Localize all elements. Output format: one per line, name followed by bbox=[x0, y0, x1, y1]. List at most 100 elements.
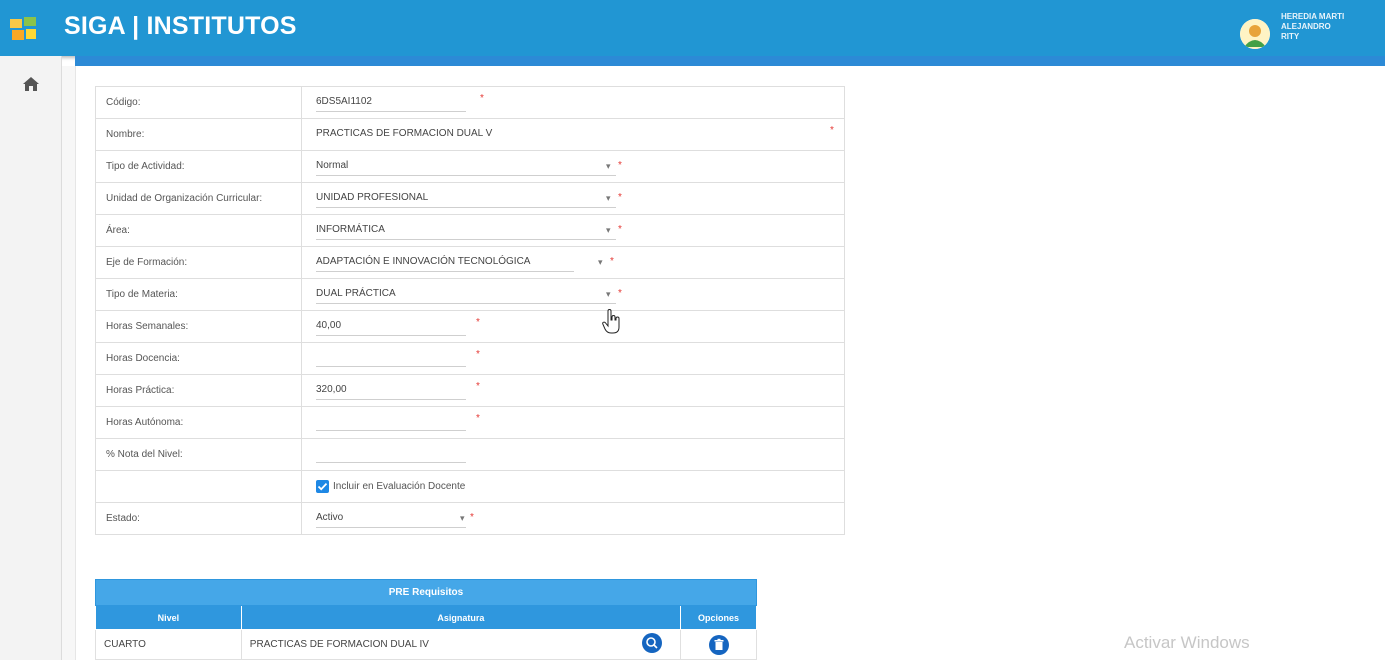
value-cell: 40,00 * bbox=[301, 310, 845, 343]
required-mark: * bbox=[476, 413, 480, 424]
form-row-unidad: Unidad de Organización Curricular: UNIDA… bbox=[95, 182, 845, 215]
value-cell: INFORMÁTICA ▾ * bbox=[301, 214, 845, 247]
horas-docencia-input[interactable] bbox=[316, 348, 466, 367]
nota-nivel-input[interactable] bbox=[316, 444, 466, 463]
value-cell: DUAL PRÁCTICA ▾ * bbox=[301, 278, 845, 311]
required-mark: * bbox=[480, 93, 484, 104]
content-edge bbox=[62, 66, 76, 660]
home-icon[interactable] bbox=[22, 76, 40, 92]
form-row-area: Área: INFORMÁTICA ▾ * bbox=[95, 214, 845, 247]
form-row-nota-nivel: % Nota del Nivel: bbox=[95, 438, 845, 471]
estado-select[interactable]: Activo bbox=[316, 509, 466, 528]
form-row-eje: Eje de Formación: ADAPTACIÓN E INNOVACIÓ… bbox=[95, 246, 845, 279]
value-cell: UNIDAD PROFESIONAL ▾ * bbox=[301, 182, 845, 215]
value-cell: * bbox=[301, 406, 845, 439]
section-bar bbox=[75, 56, 1385, 66]
form-row-nombre: Nombre: PRACTICAS DE FORMACION DUAL V * bbox=[95, 118, 845, 151]
user-avatar[interactable] bbox=[1240, 19, 1270, 49]
trash-icon bbox=[714, 638, 724, 650]
required-mark: * bbox=[618, 224, 622, 235]
cell-asignatura: PRACTICAS DE FORMACION DUAL IV bbox=[240, 629, 682, 660]
label-horas-semanales: Horas Semanales: bbox=[95, 310, 302, 343]
prerequisites-header-row: Nivel Asignatura Opciones bbox=[95, 605, 757, 630]
avatar-icon bbox=[1240, 19, 1270, 49]
label-nombre: Nombre: bbox=[95, 118, 302, 151]
subject-form: Código: 6DS5AI1102 * Nombre: PRACTICAS D… bbox=[95, 86, 845, 535]
chevron-down-icon[interactable]: ▾ bbox=[606, 225, 611, 236]
chevron-down-icon[interactable]: ▾ bbox=[460, 513, 465, 524]
delete-button[interactable] bbox=[709, 634, 730, 655]
form-row-horas-semanales: Horas Semanales: 40,00 * bbox=[95, 310, 845, 343]
windows-activation-watermark: Activar Windows bbox=[1124, 633, 1250, 652]
user-name[interactable]: HEREDIA MARTI ALEJANDRO RITY bbox=[1281, 12, 1344, 42]
form-row-tipo-actividad: Tipo de Actividad: Normal ▾ * bbox=[95, 150, 845, 183]
value-cell bbox=[301, 438, 845, 471]
chevron-down-icon[interactable]: ▾ bbox=[598, 257, 603, 268]
required-mark: * bbox=[618, 192, 622, 203]
prerequisites-table: PRE Requisitos Nivel Asignatura Opciones… bbox=[95, 579, 757, 660]
label-horas-practica: Horas Práctica: bbox=[95, 374, 302, 407]
chevron-down-icon[interactable]: ▾ bbox=[606, 193, 611, 204]
check-icon bbox=[317, 482, 328, 491]
form-row-horas-practica: Horas Práctica: 320,00 * bbox=[95, 374, 845, 407]
label-horas-docencia: Horas Docencia: bbox=[95, 342, 302, 375]
column-header-nivel: Nivel bbox=[95, 605, 242, 630]
required-mark: * bbox=[618, 288, 622, 299]
prerequisites-title: PRE Requisitos bbox=[95, 579, 757, 606]
label-estado: Estado: bbox=[95, 502, 302, 535]
label-empty bbox=[95, 470, 302, 503]
tipo-materia-select[interactable]: DUAL PRÁCTICA bbox=[316, 285, 616, 304]
value-cell: ADAPTACIÓN E INNOVACIÓN TECNOLÓGICA ▾ * bbox=[301, 246, 845, 279]
required-mark: * bbox=[618, 160, 622, 171]
label-codigo: Código: bbox=[95, 86, 302, 119]
hand-cursor-icon bbox=[602, 309, 620, 334]
horas-semanales-input[interactable]: 40,00 bbox=[316, 317, 466, 336]
asignatura-text: PRACTICAS DE FORMACION DUAL IV bbox=[249, 639, 429, 650]
label-unidad: Unidad de Organización Curricular: bbox=[95, 182, 302, 215]
chevron-down-icon[interactable]: ▾ bbox=[606, 289, 611, 300]
column-header-asignatura: Asignatura bbox=[240, 605, 682, 630]
value-cell: * bbox=[301, 342, 845, 375]
required-mark: * bbox=[470, 512, 474, 523]
search-icon bbox=[645, 637, 658, 649]
label-tipo-materia: Tipo de Materia: bbox=[95, 278, 302, 311]
area-select[interactable]: INFORMÁTICA bbox=[316, 221, 616, 240]
cell-nivel: CUARTO bbox=[95, 629, 242, 660]
codigo-input[interactable]: 6DS5AI1102 bbox=[316, 93, 466, 112]
table-row: CUARTO PRACTICAS DE FORMACION DUAL IV bbox=[95, 629, 757, 660]
app-title: SIGA | INSTITUTOS bbox=[64, 12, 297, 40]
top-bar: SIGA | INSTITUTOS HEREDIA MARTI ALEJANDR… bbox=[0, 0, 1385, 56]
form-row-tipo-materia: Tipo de Materia: DUAL PRÁCTICA ▾ * bbox=[95, 278, 845, 311]
nombre-input[interactable]: PRACTICAS DE FORMACION DUAL V bbox=[316, 125, 796, 144]
evaluacion-docente-checkbox[interactable] bbox=[316, 480, 329, 493]
horas-practica-input[interactable]: 320,00 bbox=[316, 381, 466, 400]
prerequisites-title-row: PRE Requisitos bbox=[95, 579, 757, 606]
label-area: Área: bbox=[95, 214, 302, 247]
horas-autonoma-input[interactable] bbox=[316, 412, 466, 431]
user-name-line3: RITY bbox=[1281, 32, 1300, 41]
chevron-down-icon[interactable]: ▾ bbox=[606, 161, 611, 172]
label-nota-nivel: % Nota del Nivel: bbox=[95, 438, 302, 471]
value-cell: Incluir en Evaluación Docente bbox=[301, 470, 845, 503]
value-cell: Activo ▾ * bbox=[301, 502, 845, 535]
label-eje: Eje de Formación: bbox=[95, 246, 302, 279]
cell-opciones bbox=[680, 629, 757, 660]
form-row-horas-docencia: Horas Docencia: * bbox=[95, 342, 845, 375]
required-mark: * bbox=[476, 317, 480, 328]
app-logo-icon[interactable] bbox=[10, 17, 38, 41]
value-cell: 6DS5AI1102 * bbox=[301, 86, 845, 119]
label-horas-autonoma: Horas Autónoma: bbox=[95, 406, 302, 439]
form-row-horas-autonoma: Horas Autónoma: * bbox=[95, 406, 845, 439]
user-name-line1: HEREDIA MARTI bbox=[1281, 12, 1345, 21]
eje-select[interactable]: ADAPTACIÓN E INNOVACIÓN TECNOLÓGICA bbox=[316, 253, 574, 272]
required-mark: * bbox=[830, 125, 834, 136]
unidad-select[interactable]: UNIDAD PROFESIONAL bbox=[316, 189, 616, 208]
tipo-actividad-select[interactable]: Normal bbox=[316, 157, 616, 176]
required-mark: * bbox=[476, 381, 480, 392]
sidebar bbox=[0, 56, 62, 660]
column-header-opciones: Opciones bbox=[680, 605, 757, 630]
search-button[interactable] bbox=[641, 633, 662, 653]
evaluacion-docente-label: Incluir en Evaluación Docente bbox=[333, 481, 466, 492]
value-cell: PRACTICAS DE FORMACION DUAL V * bbox=[301, 118, 845, 151]
required-mark: * bbox=[476, 349, 480, 360]
